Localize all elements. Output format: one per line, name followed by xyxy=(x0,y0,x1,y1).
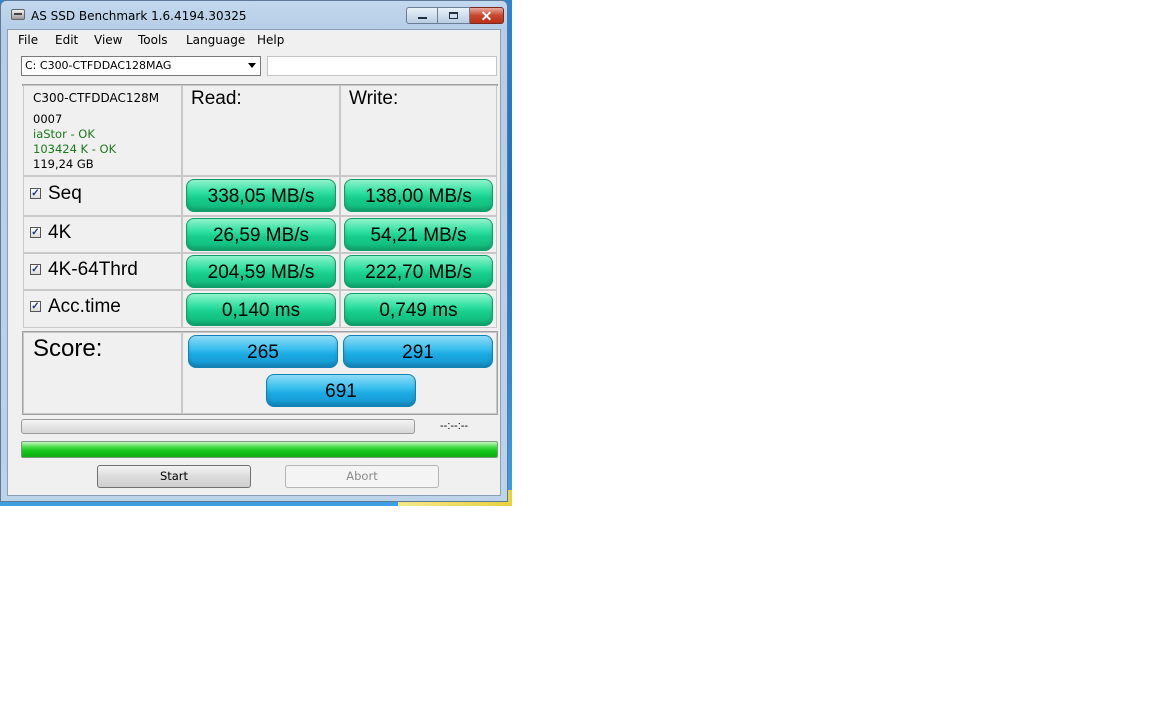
test-progress-bar xyxy=(21,419,415,434)
read-header-label: Read: xyxy=(191,88,242,109)
start-button[interactable]: Start xyxy=(97,465,251,488)
seq-read-value: 338,05 MB/s xyxy=(186,179,336,212)
4k64-write-cell: 222,70 MB/s xyxy=(340,253,497,290)
acctime-read-value: 0,140 ms xyxy=(186,293,336,326)
total-progress-bar xyxy=(21,441,498,458)
drive-capacity: 119,24 GB xyxy=(33,157,94,171)
app-window: AS SSD Benchmark 1.6.4194.30325 ✕ File E… xyxy=(0,0,508,502)
drive-firmware: 0007 xyxy=(33,112,63,126)
results-grid: C300-CTFDDAC128M 0007 iaStor - OK 103424… xyxy=(22,84,498,328)
maximize-button[interactable] xyxy=(438,7,470,24)
test-row-4k64: ✓ 4K-64Thrd xyxy=(23,253,182,290)
seq-write-value: 138,00 MB/s xyxy=(344,179,493,212)
test-row-seq: ✓ Seq xyxy=(23,176,182,216)
score-label: Score: xyxy=(33,335,103,362)
seq-label: Seq xyxy=(48,183,82,204)
driver-status: iaStor - OK xyxy=(33,127,95,141)
menu-edit[interactable]: Edit xyxy=(55,33,78,47)
score-total: 691 xyxy=(266,374,416,407)
menu-bar: File Edit View Tools Language Help xyxy=(8,30,500,50)
alignment-status: 103424 K - OK xyxy=(33,142,117,156)
abort-button[interactable]: Abort xyxy=(285,465,439,488)
test-row-acctime: ✓ Acc.time xyxy=(23,290,182,328)
chevron-down-icon xyxy=(248,63,256,68)
4k64-read-cell: 204,59 MB/s xyxy=(182,253,340,290)
seq-read-cell: 338,05 MB/s xyxy=(182,176,340,216)
maximize-icon xyxy=(449,12,458,19)
info-field[interactable] xyxy=(267,56,497,76)
minimize-button[interactable] xyxy=(406,7,438,24)
4k64-read-value: 204,59 MB/s xyxy=(186,255,336,288)
seq-checkbox[interactable]: ✓ xyxy=(30,188,41,199)
minimize-icon xyxy=(417,17,427,19)
drive-select[interactable]: C: C300-CTFDDAC128MAG xyxy=(21,56,261,76)
title-bar[interactable]: AS SSD Benchmark 1.6.4194.30325 ✕ xyxy=(1,1,507,29)
close-icon: ✕ xyxy=(480,7,493,24)
score-write: 291 xyxy=(343,335,493,368)
score-values-cell: 265 291 691 xyxy=(182,332,497,414)
4k64-checkbox[interactable]: ✓ xyxy=(30,264,41,275)
4k-label: 4K xyxy=(48,222,72,243)
write-header-label: Write: xyxy=(349,88,399,109)
4k64-label: 4K-64Thrd xyxy=(48,259,138,280)
drive-info-panel: C300-CTFDDAC128M 0007 iaStor - OK 103424… xyxy=(23,85,182,176)
drive-select-value: C: C300-CTFDDAC128MAG xyxy=(25,59,172,72)
elapsed-time: --:--:-- xyxy=(440,420,469,432)
client-area: File Edit View Tools Language Help C: C3… xyxy=(7,29,501,496)
4k-checkbox[interactable]: ✓ xyxy=(30,227,41,238)
write-column-header: Write: xyxy=(340,85,497,176)
drive-model: C300-CTFDDAC128M xyxy=(33,91,160,105)
score-read: 265 xyxy=(188,335,338,368)
drive-app-icon xyxy=(11,9,25,20)
menu-language[interactable]: Language xyxy=(186,33,245,47)
4k64-write-value: 222,70 MB/s xyxy=(344,255,493,288)
test-row-4k: ✓ 4K xyxy=(23,216,182,253)
close-button[interactable]: ✕ xyxy=(470,7,504,24)
menu-view[interactable]: View xyxy=(94,33,122,47)
seq-write-cell: 138,00 MB/s xyxy=(340,176,497,216)
read-column-header: Read: xyxy=(182,85,340,176)
score-panel: Score: 265 291 691 xyxy=(22,331,498,415)
acctime-write-cell: 0,749 ms xyxy=(340,290,497,328)
acctime-label: Acc.time xyxy=(48,296,121,317)
acctime-write-value: 0,749 ms xyxy=(344,293,493,326)
4k-write-value: 54,21 MB/s xyxy=(344,218,493,251)
4k-write-cell: 54,21 MB/s xyxy=(340,216,497,253)
menu-help[interactable]: Help xyxy=(257,33,284,47)
acctime-checkbox[interactable]: ✓ xyxy=(30,301,41,312)
acctime-read-cell: 0,140 ms xyxy=(182,290,340,328)
4k-read-cell: 26,59 MB/s xyxy=(182,216,340,253)
menu-tools[interactable]: Tools xyxy=(138,33,168,47)
score-label-cell: Score: xyxy=(23,332,182,414)
window-title: AS SSD Benchmark 1.6.4194.30325 xyxy=(31,9,247,23)
4k-read-value: 26,59 MB/s xyxy=(186,218,336,251)
menu-file[interactable]: File xyxy=(18,33,38,47)
